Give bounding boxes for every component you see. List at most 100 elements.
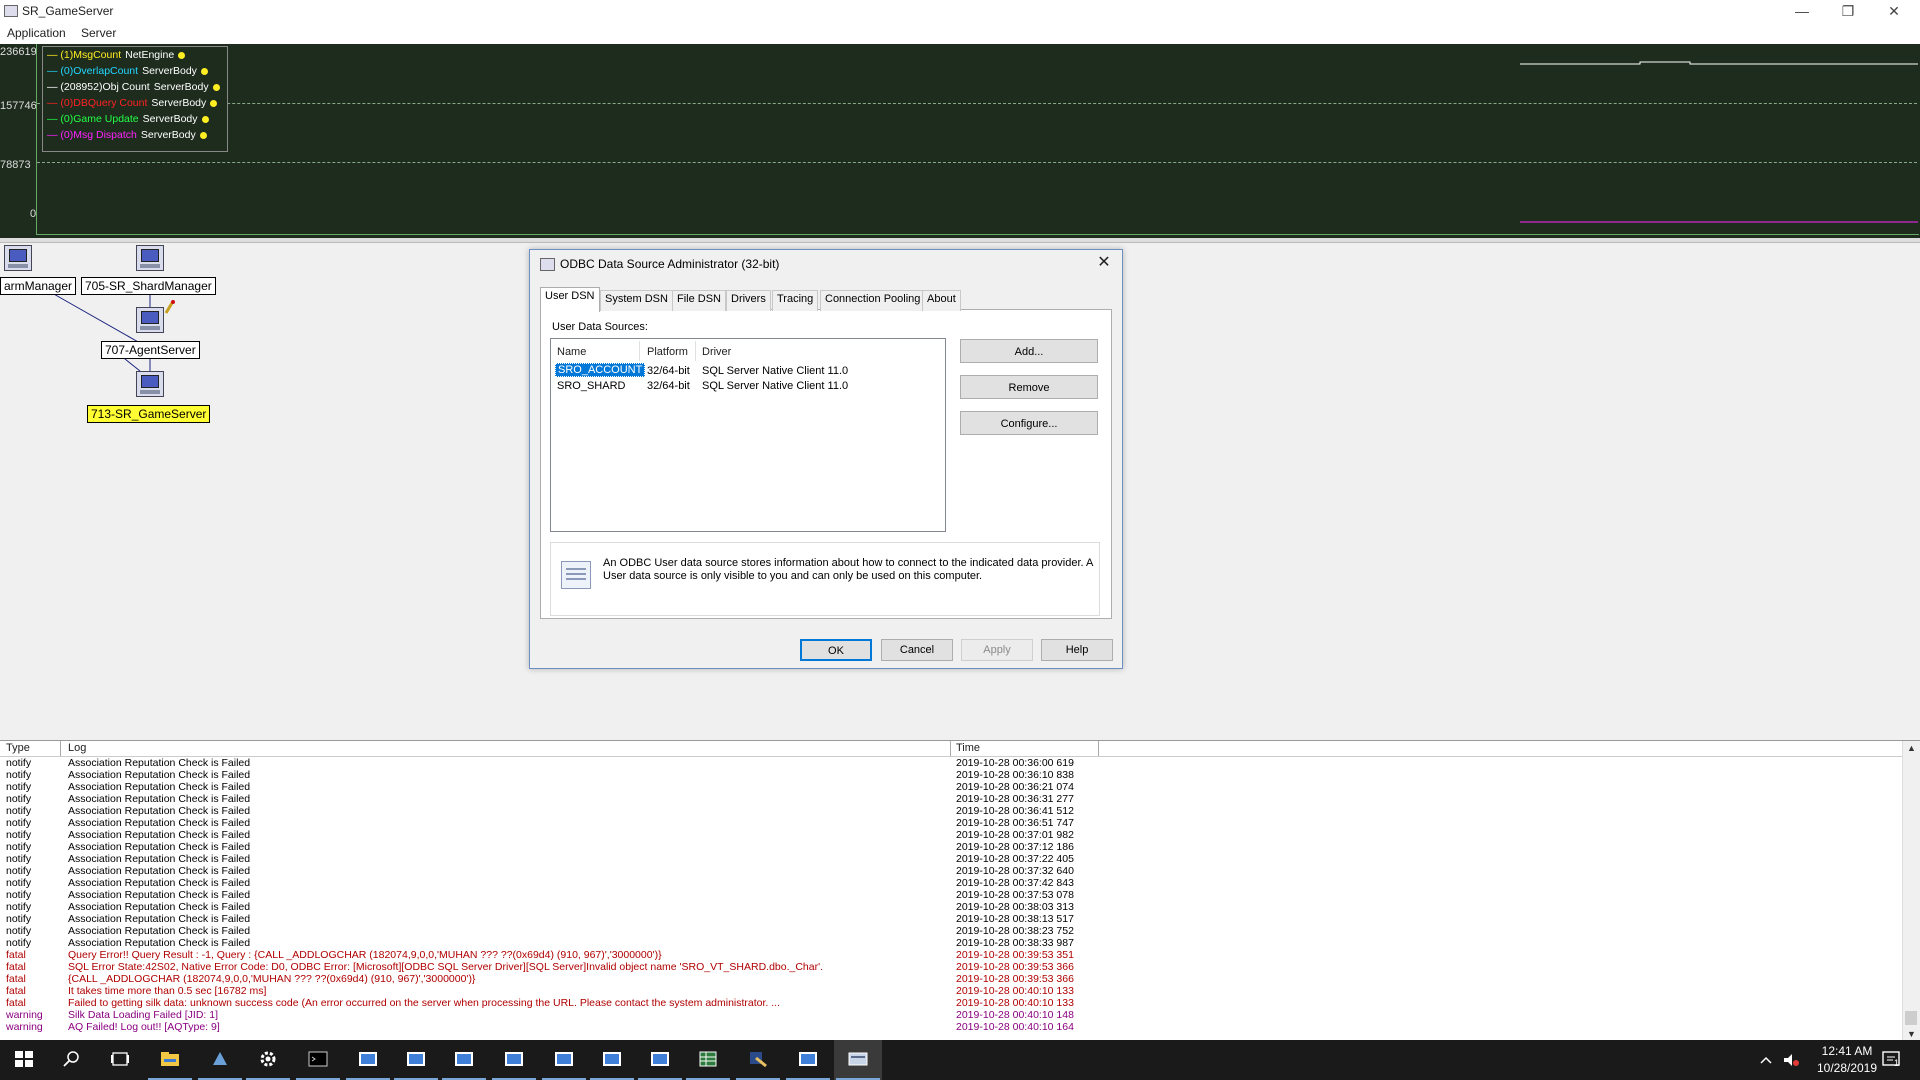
spreadsheet-icon[interactable] bbox=[684, 1040, 732, 1080]
legend-row-objcount[interactable]: — (208952)Obj Count ServerBody bbox=[47, 81, 220, 93]
log-row[interactable]: notify Association Reputation Check is Fa… bbox=[0, 793, 1906, 805]
column-header-driver[interactable]: Driver bbox=[702, 346, 731, 358]
log-type: notify bbox=[6, 829, 32, 841]
cancel-button[interactable]: Cancel bbox=[881, 639, 953, 661]
configure-button[interactable]: Configure... bbox=[960, 411, 1098, 435]
log-row[interactable]: notify Association Reputation Check is Fa… bbox=[0, 781, 1906, 793]
log-row[interactable]: notify Association Reputation Check is Fa… bbox=[0, 913, 1906, 925]
settings-gear-icon[interactable] bbox=[244, 1040, 292, 1080]
file-explorer-icon[interactable] bbox=[146, 1040, 194, 1080]
log-row[interactable]: notify Association Reputation Check is Fa… bbox=[0, 829, 1906, 841]
log-row[interactable]: notify Association Reputation Check is Fa… bbox=[0, 853, 1906, 865]
log-row[interactable]: notify Association Reputation Check is Fa… bbox=[0, 757, 1906, 769]
menu-application[interactable]: Application bbox=[7, 26, 66, 40]
server-node-icon[interactable] bbox=[136, 371, 164, 397]
log-row[interactable]: fatal SQL Error State:42S02, Native Error… bbox=[0, 961, 1906, 973]
column-header-platform[interactable]: Platform bbox=[647, 346, 688, 358]
list-item[interactable]: SRO_ACCOUNT 32/64-bit SQL Server Native … bbox=[555, 363, 941, 378]
node-label-shardmanager[interactable]: 705-SR_ShardManager bbox=[81, 277, 216, 295]
server-window-icon[interactable] bbox=[440, 1040, 488, 1080]
log-row[interactable]: fatal Query Error!! Query Result : -1, Qu… bbox=[0, 949, 1906, 961]
legend-row-overlapcount[interactable]: — (0)OverlapCount ServerBody bbox=[47, 65, 208, 77]
log-row[interactable]: notify Association Reputation Check is Fa… bbox=[0, 877, 1906, 889]
log-column-time[interactable]: Time bbox=[956, 742, 980, 754]
tab-file-dsn[interactable]: File DSN bbox=[672, 290, 727, 311]
log-row[interactable]: notify Association Reputation Check is Fa… bbox=[0, 841, 1906, 853]
add-button[interactable]: Add... bbox=[960, 339, 1098, 363]
notification-center-icon[interactable]: 1 bbox=[1882, 1050, 1904, 1070]
log-row[interactable]: fatal {CALL _ADDLOGCHAR (182074,9,0,0,'MU… bbox=[0, 973, 1906, 985]
log-row[interactable]: notify Association Reputation Check is Fa… bbox=[0, 769, 1906, 781]
window-title: SR_GameServer bbox=[22, 4, 114, 18]
log-row[interactable]: notify Association Reputation Check is Fa… bbox=[0, 817, 1906, 829]
server-node-icon[interactable] bbox=[136, 307, 164, 333]
tab-tracing[interactable]: Tracing bbox=[772, 290, 819, 311]
log-message: It takes time more than 0.5 sec [16782 m… bbox=[68, 985, 267, 997]
log-row[interactable]: fatal Failed to getting silk data: unknow… bbox=[0, 997, 1906, 1009]
log-row[interactable]: warning Silk Data Loading Failed [JID: 1]… bbox=[0, 1009, 1906, 1021]
clock-time[interactable]: 12:41 AM bbox=[1812, 1044, 1882, 1058]
minimize-button[interactable]: — bbox=[1780, 0, 1824, 22]
log-message: Association Reputation Check is Failed bbox=[68, 817, 251, 829]
command-prompt-icon[interactable] bbox=[294, 1040, 342, 1080]
help-button[interactable]: Help bbox=[1041, 639, 1113, 661]
server-window-icon[interactable] bbox=[490, 1040, 538, 1080]
server-node-icon[interactable] bbox=[4, 245, 32, 271]
log-row[interactable]: notify Association Reputation Check is Fa… bbox=[0, 889, 1906, 901]
data-sources-list[interactable]: Name Platform Driver SRO_ACCOUNT 32/64-b… bbox=[550, 338, 946, 532]
node-label-gameserver-selected[interactable]: 713-SR_GameServer bbox=[87, 405, 211, 423]
restore-button[interactable]: ❐ bbox=[1826, 0, 1870, 22]
windows-start-icon[interactable] bbox=[0, 1040, 48, 1080]
tab-about[interactable]: About bbox=[922, 290, 961, 311]
tab-drivers[interactable]: Drivers bbox=[726, 290, 771, 311]
ok-button[interactable]: OK bbox=[800, 639, 872, 661]
node-label-agentserver[interactable]: 707-AgentServer bbox=[101, 341, 200, 359]
log-row[interactable]: warning AQ Failed! Log out!! [AQType: 9] 2… bbox=[0, 1021, 1906, 1033]
log-row[interactable]: notify Association Reputation Check is Fa… bbox=[0, 805, 1906, 817]
server-window-icon[interactable] bbox=[344, 1040, 392, 1080]
log-type: fatal bbox=[6, 949, 26, 961]
apply-button[interactable]: Apply bbox=[961, 639, 1033, 661]
legend-row-gameupdate[interactable]: — (0)Game Update ServerBody bbox=[47, 113, 209, 125]
node-label-farmmanager[interactable]: armManager bbox=[0, 277, 77, 295]
server-window-icon[interactable] bbox=[784, 1040, 832, 1080]
dsn-name: SRO_SHARD bbox=[557, 380, 626, 392]
tab-system-dsn[interactable]: System DSN bbox=[600, 290, 673, 311]
log-time: 2019-10-28 00:37:12 186 bbox=[956, 841, 1074, 853]
server-window-icon[interactable] bbox=[636, 1040, 684, 1080]
tools-icon[interactable] bbox=[734, 1040, 782, 1080]
legend-row-msgdispatch[interactable]: — (0)Msg Dispatch ServerBody bbox=[47, 129, 207, 141]
volume-muted-icon[interactable] bbox=[1782, 1052, 1800, 1068]
log-scrollbar[interactable]: ▲ ▼ bbox=[1902, 741, 1920, 1041]
legend-row-dbquerycount[interactable]: — (0)DBQuery Count ServerBody bbox=[47, 97, 218, 109]
server-node-icon[interactable] bbox=[136, 245, 164, 271]
list-item[interactable]: SRO_SHARD 32/64-bit SQL Server Native Cl… bbox=[555, 380, 941, 395]
close-button[interactable]: ✕ bbox=[1872, 0, 1916, 22]
log-row[interactable]: notify Association Reputation Check is Fa… bbox=[0, 865, 1906, 877]
column-header-name[interactable]: Name bbox=[557, 346, 586, 358]
app-icon[interactable] bbox=[196, 1040, 244, 1080]
scroll-down-icon[interactable]: ▼ bbox=[1903, 1027, 1920, 1041]
odbc-admin-icon[interactable] bbox=[834, 1040, 882, 1080]
tab-connection-pooling[interactable]: Connection Pooling bbox=[820, 290, 926, 311]
log-column-type[interactable]: Type bbox=[6, 742, 30, 754]
log-row[interactable]: notify Association Reputation Check is Fa… bbox=[0, 925, 1906, 937]
server-window-icon[interactable] bbox=[588, 1040, 636, 1080]
log-row[interactable]: notify Association Reputation Check is Fa… bbox=[0, 901, 1906, 913]
log-column-log[interactable]: Log bbox=[68, 742, 86, 754]
legend-row-msgcount[interactable]: — (1)MsgCount NetEngine bbox=[47, 49, 186, 61]
scroll-up-icon[interactable]: ▲ bbox=[1903, 741, 1920, 755]
tray-chevron-icon[interactable] bbox=[1760, 1054, 1772, 1064]
search-icon[interactable] bbox=[48, 1040, 96, 1080]
log-row[interactable]: notify Association Reputation Check is Fa… bbox=[0, 937, 1906, 949]
task-view-icon[interactable] bbox=[96, 1040, 144, 1080]
log-row[interactable]: fatal It takes time more than 0.5 sec [16… bbox=[0, 985, 1906, 997]
clock-date[interactable]: 10/28/2019 bbox=[1806, 1061, 1888, 1075]
dialog-close-button[interactable]: ✕ bbox=[1092, 252, 1116, 274]
menu-server[interactable]: Server bbox=[81, 26, 116, 40]
server-window-icon[interactable] bbox=[540, 1040, 588, 1080]
scroll-thumb[interactable] bbox=[1905, 1011, 1917, 1025]
tab-user-dsn[interactable]: User DSN bbox=[540, 287, 600, 312]
remove-button[interactable]: Remove bbox=[960, 375, 1098, 399]
server-window-icon[interactable] bbox=[392, 1040, 440, 1080]
